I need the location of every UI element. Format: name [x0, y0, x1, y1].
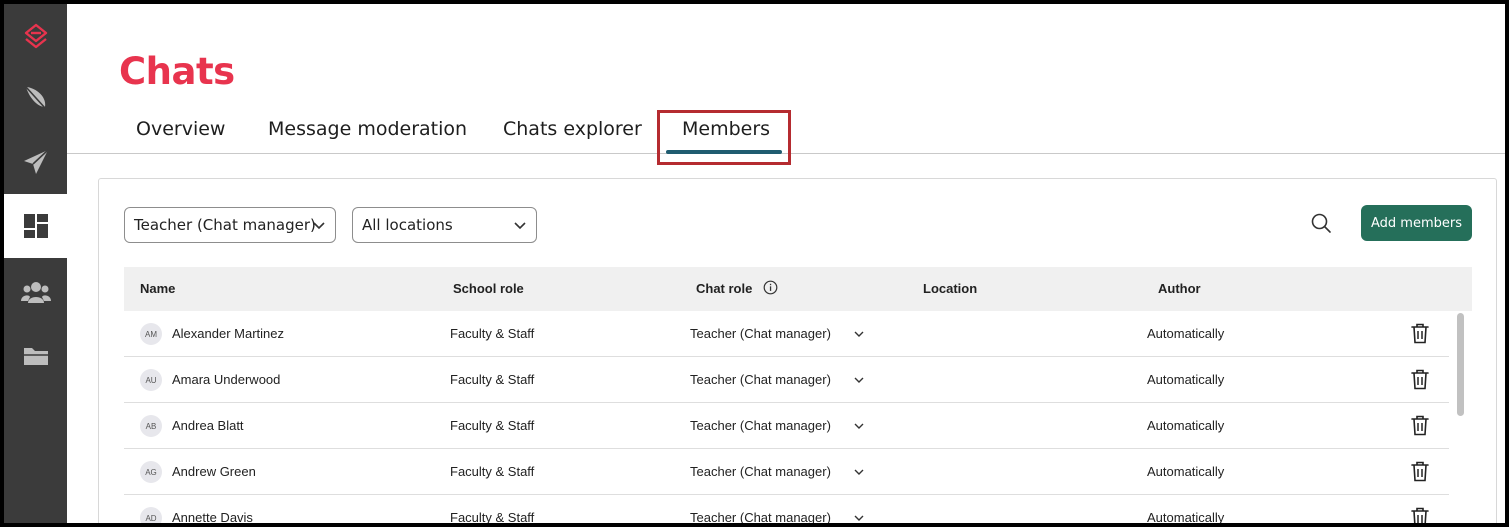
page-title: Chats: [119, 50, 235, 93]
member-name: Andrea Blatt: [172, 418, 244, 433]
chat-role-select[interactable]: Teacher (Chat manager): [690, 418, 864, 433]
tab-chats-explorer[interactable]: Chats explorer: [503, 118, 642, 140]
chat-role-value: Teacher (Chat manager): [690, 418, 831, 433]
folder-icon: [23, 348, 48, 365]
tab-overview[interactable]: Overview: [136, 118, 225, 140]
search-button[interactable]: [1306, 208, 1336, 238]
sidebar: [4, 4, 67, 523]
tab-bar: Overview Message moderation Chats explor…: [67, 108, 1505, 165]
member-name: Alexander Martinez: [172, 326, 284, 341]
chevron-down-icon: [313, 222, 325, 230]
chevron-down-icon: [854, 423, 864, 429]
sidebar-item-logo[interactable]: [4, 4, 67, 68]
avatar: AG: [140, 461, 162, 483]
school-role: Faculty & Staff: [450, 510, 535, 523]
chat-role-select[interactable]: Teacher (Chat manager): [690, 372, 864, 387]
school-role: Faculty & Staff: [450, 326, 535, 341]
avatar: AU: [140, 369, 162, 391]
highlight-box: [657, 110, 791, 165]
logo-icon: [24, 23, 47, 49]
sidebar-item-messages[interactable]: [4, 130, 67, 194]
table-row: AM Alexander Martinez Faculty & Staff Te…: [124, 311, 1449, 357]
author: Automatically: [1147, 510, 1225, 523]
chat-role-select[interactable]: Teacher (Chat manager): [690, 326, 864, 341]
chat-role-value: Teacher (Chat manager): [690, 372, 831, 387]
dashboard-icon: [23, 214, 48, 238]
avatar: AB: [140, 415, 162, 437]
member-name: Amara Underwood: [172, 372, 281, 387]
chevron-down-icon: [854, 515, 864, 521]
chat-role-select[interactable]: Teacher (Chat manager): [690, 464, 864, 479]
trash-icon[interactable]: [1411, 461, 1429, 482]
location-filter-value: All locations: [362, 216, 453, 234]
table-row: AB Andrea Blatt Faculty & Staff Teacher …: [124, 403, 1449, 449]
column-header-name[interactable]: Name: [140, 281, 175, 296]
school-role: Faculty & Staff: [450, 372, 535, 387]
table-row: AG Andrew Green Faculty & Staff Teacher …: [124, 449, 1449, 495]
chevron-down-icon: [514, 222, 526, 230]
role-filter-value: Teacher (Chat manager): [134, 216, 316, 234]
column-header-chat-role[interactable]: Chat role: [696, 281, 752, 296]
sidebar-item-dashboard[interactable]: [4, 194, 67, 258]
search-icon: [1311, 213, 1331, 233]
chevron-down-icon: [854, 469, 864, 475]
chat-role-select[interactable]: Teacher (Chat manager): [690, 510, 864, 523]
author: Automatically: [1147, 464, 1225, 479]
trash-icon[interactable]: [1411, 369, 1429, 390]
member-name: Annette Davis: [172, 510, 253, 523]
table-row: AU Amara Underwood Faculty & Staff Teach…: [124, 357, 1449, 403]
add-members-button[interactable]: Add members: [1361, 205, 1472, 241]
trash-icon[interactable]: [1411, 323, 1429, 344]
role-filter-select[interactable]: Teacher (Chat manager): [124, 207, 336, 243]
member-name: Andrew Green: [172, 464, 256, 479]
sidebar-item-groups[interactable]: [4, 260, 67, 324]
scrollbar-thumb[interactable]: [1457, 313, 1464, 416]
school-role: Faculty & Staff: [450, 418, 535, 433]
sidebar-item-files[interactable]: [4, 324, 67, 388]
chevron-down-icon: [854, 377, 864, 383]
chat-role-value: Teacher (Chat manager): [690, 464, 831, 479]
paper-plane-icon: [23, 149, 49, 174]
avatar: AD: [140, 507, 162, 523]
chat-role-value: Teacher (Chat manager): [690, 510, 831, 523]
avatar: AM: [140, 323, 162, 345]
author: Automatically: [1147, 418, 1225, 433]
author: Automatically: [1147, 372, 1225, 387]
location-filter-select[interactable]: All locations: [352, 207, 537, 243]
app-frame: Chats Overview Message moderation Chats …: [4, 4, 1505, 523]
users-icon: [20, 282, 51, 303]
column-header-author[interactable]: Author: [1158, 281, 1201, 296]
members-card: Teacher (Chat manager) All locations Add…: [98, 178, 1497, 523]
chat-role-value: Teacher (Chat manager): [690, 326, 831, 341]
info-icon[interactable]: [763, 280, 778, 295]
sidebar-item-posts[interactable]: [4, 66, 67, 130]
table-row: AD Annette Davis Faculty & Staff Teacher…: [124, 495, 1449, 523]
school-role: Faculty & Staff: [450, 464, 535, 479]
table-scrollbar[interactable]: [1456, 313, 1465, 523]
author: Automatically: [1147, 326, 1225, 341]
trash-icon[interactable]: [1411, 507, 1429, 523]
tab-message-moderation[interactable]: Message moderation: [268, 118, 467, 140]
chevron-down-icon: [854, 331, 864, 337]
column-header-location[interactable]: Location: [923, 281, 977, 296]
feather-icon: [24, 86, 46, 109]
table-header: Name School role Chat role Location Auth…: [124, 267, 1472, 311]
trash-icon[interactable]: [1411, 415, 1429, 436]
column-header-school-role[interactable]: School role: [453, 281, 524, 296]
